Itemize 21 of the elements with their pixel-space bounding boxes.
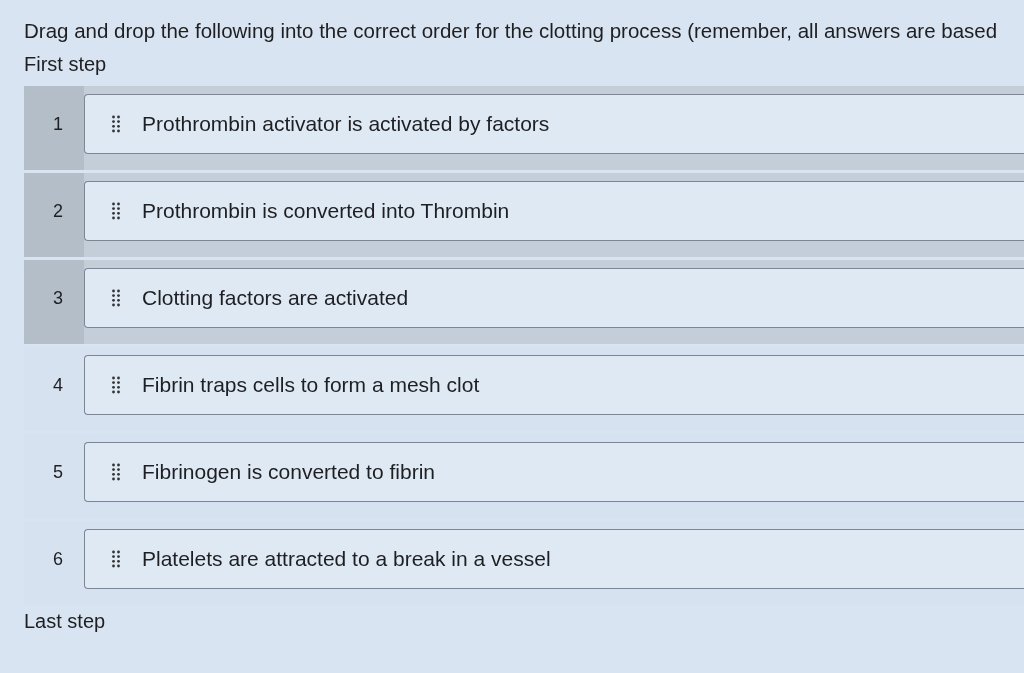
draggable-item[interactable]: Platelets are attracted to a break in a vessel [84,529,1024,589]
item-number: 2 [52,200,64,223]
item-number: 3 [52,287,64,310]
draggable-item[interactable]: Prothrombin is converted into Thrombin [84,181,1024,241]
drag-handle-icon[interactable] [112,289,120,307]
drag-handle-icon[interactable] [112,376,120,394]
draggable-item[interactable]: Clotting factors are activated [84,268,1024,328]
question-text: Drag and drop the following into the correct order for the clotting process (remember, all answers are based [24,18,998,44]
last-step-label: Last step [24,609,106,633]
draggable-item[interactable]: Fibrin traps cells to form a mesh clot [84,355,1024,415]
item-number: 6 [52,548,64,571]
item-number: 5 [52,461,64,484]
draggable-item[interactable]: Prothrombin activator is activated by factors [84,94,1024,154]
item-number: 1 [52,113,64,136]
drag-handle-icon[interactable] [112,550,120,568]
drag-handle-icon[interactable] [112,202,120,220]
draggable-item[interactable]: Fibrinogen is converted to fibrin [84,442,1024,502]
item-number: 4 [52,374,64,397]
drag-handle-icon[interactable] [112,115,120,133]
first-step-label: First step [24,52,107,76]
drag-handle-icon[interactable] [112,463,120,481]
